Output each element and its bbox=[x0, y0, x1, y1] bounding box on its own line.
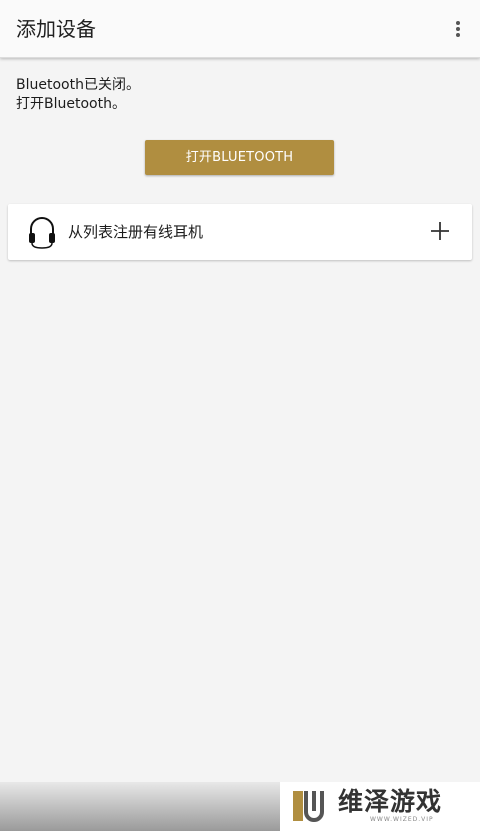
watermark: 维泽游戏 WWW.WIZED.VIP bbox=[280, 782, 480, 831]
more-vert-icon-dot bbox=[456, 27, 460, 31]
enable-bluetooth-button[interactable]: 打开BLUETOOTH bbox=[145, 140, 334, 175]
bluetooth-off-message: Bluetooth已关闭。 bbox=[16, 77, 140, 93]
more-options-button[interactable] bbox=[442, 13, 474, 45]
register-wired-headphones-label: 从列表注册有线耳机 bbox=[68, 223, 204, 241]
watermark-title: 维泽游戏 bbox=[338, 787, 443, 816]
app-bar: 添加设备 bbox=[0, 0, 480, 58]
bluetooth-status: Bluetooth已关闭。 打开Bluetooth。 bbox=[16, 76, 140, 114]
plus-icon[interactable] bbox=[430, 221, 450, 241]
headphones-icon bbox=[29, 217, 55, 249]
register-wired-headphones-item[interactable]: 从列表注册有线耳机 bbox=[8, 204, 472, 260]
more-vert-icon-dot bbox=[456, 33, 460, 37]
page-title: 添加设备 bbox=[16, 17, 96, 41]
watermark-logo bbox=[293, 791, 324, 822]
watermark-subtitle: WWW.WIZED.VIP bbox=[370, 816, 434, 823]
bluetooth-enable-hint: 打开Bluetooth。 bbox=[16, 96, 126, 112]
more-vert-icon bbox=[456, 21, 460, 25]
